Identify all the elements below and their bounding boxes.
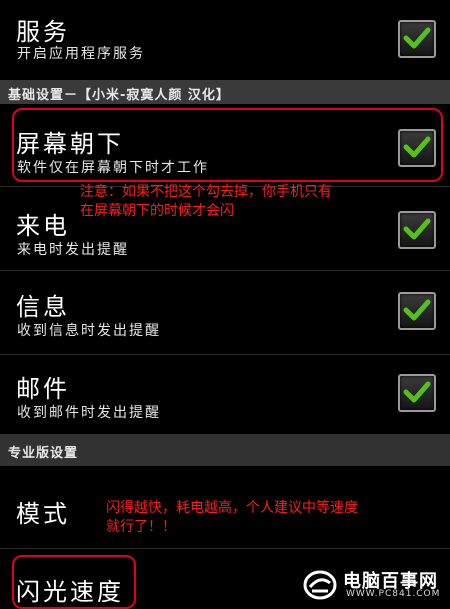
- setting-subtitle: 来电时发出提醒: [17, 242, 129, 258]
- checkmark-icon: [403, 381, 431, 403]
- setting-title: 模式: [16, 500, 70, 528]
- section-header-label: 基础设置－【小米-寂寞人颜 汉化】: [8, 88, 230, 103]
- mail-checkbox[interactable]: [398, 374, 436, 412]
- setting-title: 邮件: [16, 375, 70, 403]
- note-line: 注意：如果不把这个勾去掉，你手机只有: [80, 184, 332, 200]
- annotation-note-screen-down: 注意：如果不把这个勾去掉，你手机只有 在屏幕朝下的时候才会闪: [80, 183, 332, 221]
- note-line: 在屏幕朝下的时候才会闪: [80, 203, 234, 219]
- watermark: 电脑百事网 WWW.PC841.COM: [296, 562, 450, 607]
- checkmark-icon: [403, 218, 431, 240]
- setting-message[interactable]: 信息 收到信息时发出提醒: [0, 270, 450, 355]
- section-header-label: 专业版设置: [8, 446, 79, 461]
- section-header-pro: 专业版设置: [0, 434, 450, 466]
- setting-title: 来电: [16, 212, 70, 240]
- service-checkbox[interactable]: [398, 20, 436, 58]
- annotation-box-screen-down: [12, 108, 443, 182]
- setting-title: 服务: [16, 18, 70, 46]
- annotation-note-flash-speed: 闪得越快，耗电越高，个人建议中等速度 就行了！！: [106, 499, 358, 537]
- setting-mail[interactable]: 邮件 收到邮件时发出提醒: [0, 354, 450, 435]
- setting-subtitle: 收到邮件时发出提醒: [17, 405, 161, 421]
- annotation-box-flash-speed: [12, 555, 136, 609]
- note-line: 闪得越快，耗电越高，个人建议中等速度: [106, 500, 358, 516]
- watermark-url: WWW.PC841.COM: [346, 589, 441, 599]
- message-checkbox[interactable]: [398, 292, 436, 330]
- setting-service[interactable]: 服务 开启应用程序服务: [0, 0, 450, 81]
- setting-subtitle: 收到信息时发出提醒: [17, 323, 161, 339]
- note-line: 就行了！！: [106, 519, 176, 535]
- brand-logo-icon: [303, 570, 337, 600]
- setting-subtitle: 开启应用程序服务: [17, 46, 145, 62]
- incoming-call-checkbox[interactable]: [398, 211, 436, 249]
- checkmark-icon: [403, 299, 431, 321]
- section-header-basic: 基础设置－【小米-寂寞人颜 汉化】: [0, 80, 450, 104]
- setting-title: 信息: [16, 293, 70, 321]
- checkmark-icon: [403, 27, 431, 49]
